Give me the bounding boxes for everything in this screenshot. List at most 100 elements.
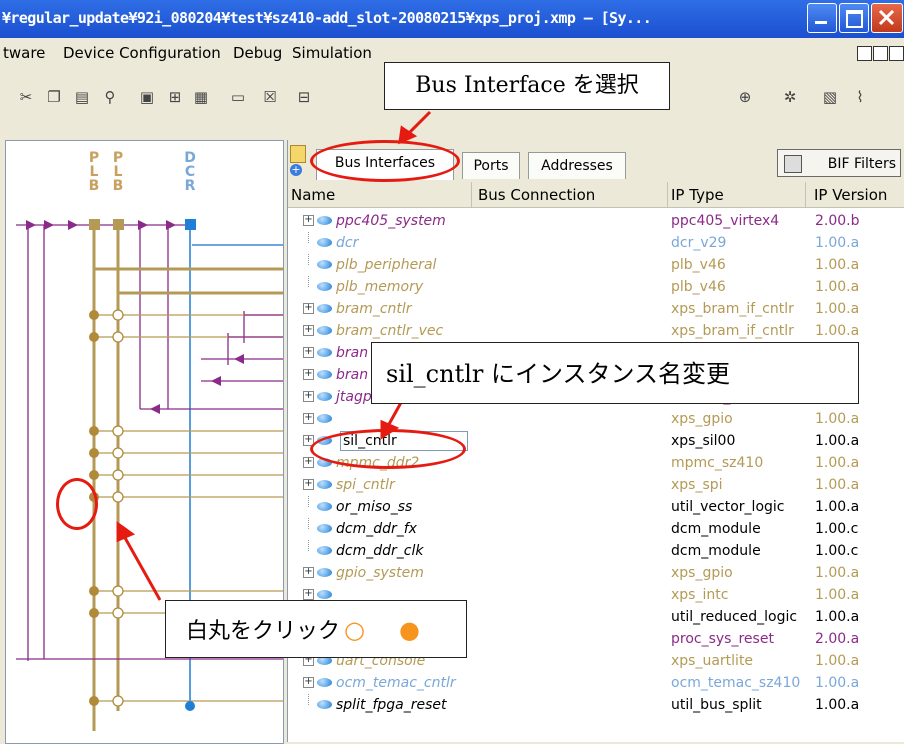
table-row[interactable]: dcm_ddr_fx dcm_module 1.00.c bbox=[288, 518, 904, 540]
clean-icon[interactable]: ☒ bbox=[262, 88, 278, 106]
column-header-ip-type[interactable]: IP Type bbox=[668, 182, 806, 208]
table-row[interactable]: dcm_ddr_clk dcm_module 1.00.c bbox=[288, 540, 904, 562]
column-header-ip-version[interactable]: IP Version bbox=[806, 182, 904, 208]
close-icon bbox=[878, 9, 895, 26]
table-row[interactable]: plb_memory plb_v46 1.00.a bbox=[288, 276, 904, 298]
bif-filters-button[interactable]: BIF Filters bbox=[777, 149, 901, 177]
table-row[interactable]: + gpio_system xps_gpio 1.00.a bbox=[288, 562, 904, 584]
table-row[interactable]: + ocm_temac_cntlr ocm_temac_sz410 1.00.a bbox=[288, 672, 904, 694]
expand-icon[interactable]: + bbox=[303, 589, 314, 600]
table-row[interactable]: + bram_cntlr_vec xps_bram_if_cntlr 1.00.a bbox=[288, 320, 904, 342]
mdi-minimize-icon[interactable] bbox=[857, 46, 872, 61]
tree-connector bbox=[308, 232, 309, 243]
minimize-button[interactable] bbox=[807, 3, 837, 33]
instance-name: ocm_temac_cntlr bbox=[336, 675, 456, 691]
instance-icon bbox=[317, 238, 332, 247]
ip-version: 1.00.a bbox=[815, 477, 860, 493]
minimize-icon bbox=[815, 21, 827, 24]
table-row[interactable]: or_miso_ss util_vector_logic 1.00.a bbox=[288, 496, 904, 518]
ip-version: 1.00.a bbox=[815, 301, 860, 317]
menu-debug[interactable]: Debug bbox=[233, 44, 282, 62]
callout-click-circle-text: 白丸をクリック bbox=[186, 619, 341, 644]
ip-type: xps_uartlite bbox=[671, 653, 754, 669]
instance-icon bbox=[317, 590, 332, 599]
table-row[interactable]: + ppc405_system ppc405_virtex4 2.00.b bbox=[288, 210, 904, 232]
ip-version: 1.00.a bbox=[815, 697, 860, 713]
instance-name: dcr bbox=[336, 235, 359, 251]
callout-click-circle: 白丸をクリック ○ ● bbox=[165, 600, 467, 658]
column-header-name[interactable]: Name bbox=[288, 182, 472, 208]
instance-icon bbox=[317, 348, 332, 357]
console-icon[interactable]: ▭ bbox=[230, 88, 246, 106]
expand-icon[interactable]: + bbox=[303, 413, 314, 424]
expand-all-icon[interactable]: + bbox=[290, 164, 302, 176]
expand-icon[interactable]: + bbox=[303, 347, 314, 358]
instance-icon bbox=[317, 216, 332, 225]
ip-type: xps_bram_if_cntlr bbox=[671, 301, 794, 317]
generate-bitstream-icon[interactable]: ⊞ bbox=[167, 88, 183, 106]
ip-version: 2.00.a bbox=[815, 631, 860, 647]
tree-connector bbox=[308, 540, 309, 551]
ip-type: plb_v46 bbox=[671, 257, 726, 273]
instance-name: bram_cntlr bbox=[336, 301, 412, 317]
download-icon[interactable]: ▦ bbox=[193, 88, 209, 106]
column-header-bus-connection[interactable]: Bus Connection bbox=[472, 182, 668, 208]
wave-icon[interactable]: ⌇ bbox=[852, 88, 868, 106]
ip-type: xps_bram_if_cntlr bbox=[671, 323, 794, 339]
instance-name: bram_cntlr_vec bbox=[336, 323, 444, 339]
tab-addresses[interactable]: Addresses bbox=[528, 152, 626, 179]
ip-type: util_reduced_logic bbox=[671, 609, 798, 625]
instance-icon bbox=[317, 678, 332, 687]
window-title: ¥regular_update¥92i_080204¥test¥sz410-ad… bbox=[2, 9, 652, 27]
instance-name: plb_peripheral bbox=[336, 257, 437, 273]
filter-toggle-icon[interactable] bbox=[290, 145, 306, 163]
expand-icon[interactable]: + bbox=[303, 677, 314, 688]
expand-icon[interactable]: + bbox=[303, 369, 314, 380]
highlight-ring-sil-cntlr bbox=[310, 429, 466, 469]
instance-icon bbox=[317, 304, 332, 313]
maximize-button[interactable] bbox=[839, 3, 869, 33]
ip-type: xps_spi bbox=[671, 477, 723, 493]
table-row[interactable]: + spi_cntlr xps_spi 1.00.a bbox=[288, 474, 904, 496]
ip-version: 1.00.a bbox=[815, 257, 860, 273]
expand-icon[interactable]: + bbox=[303, 391, 314, 402]
ip-type: dcm_module bbox=[671, 543, 761, 559]
mdi-restore-icon[interactable] bbox=[873, 46, 888, 61]
cut-icon[interactable]: ✂ bbox=[18, 88, 34, 106]
table-row[interactable]: dcr dcr_v29 1.00.a bbox=[288, 232, 904, 254]
expand-icon[interactable]: + bbox=[303, 325, 314, 336]
ip-type: util_vector_logic bbox=[671, 499, 785, 515]
mdi-close-icon[interactable] bbox=[889, 46, 904, 61]
instance-icon bbox=[317, 326, 332, 335]
table-row[interactable]: + bram_cntlr xps_bram_if_cntlr 1.00.a bbox=[288, 298, 904, 320]
expand-icon[interactable]: + bbox=[303, 567, 314, 578]
expand-icon[interactable]: + bbox=[303, 303, 314, 314]
expand-icon[interactable]: + bbox=[303, 215, 314, 226]
menu-software[interactable]: tware bbox=[3, 44, 45, 62]
instance-name: plb_memory bbox=[336, 279, 424, 295]
instance-icon bbox=[317, 282, 332, 291]
instance-icon bbox=[317, 546, 332, 555]
ip-type: xps_gpio bbox=[671, 565, 733, 581]
tab-ports[interactable]: Ports bbox=[462, 152, 520, 179]
debug-icon[interactable]: ✲ bbox=[782, 88, 798, 106]
find-icon[interactable]: ⚲ bbox=[102, 88, 118, 106]
menu-simulation[interactable]: Simulation bbox=[292, 44, 372, 62]
table-row[interactable]: plb_peripheral plb_v46 1.00.a bbox=[288, 254, 904, 276]
table-row[interactable]: split_fpga_reset util_bus_split 1.00.a bbox=[288, 694, 904, 716]
expand-icon[interactable]: + bbox=[303, 479, 314, 490]
ip-type: dcm_module bbox=[671, 521, 761, 537]
help-icon[interactable]: ▧ bbox=[822, 88, 838, 106]
sim-icon[interactable]: ⊕ bbox=[737, 88, 753, 106]
instance-icon bbox=[317, 480, 332, 489]
expand-icon[interactable]: + bbox=[303, 457, 314, 468]
table-row[interactable]: + xps_gpio 1.00.a bbox=[288, 408, 904, 430]
instance-icon bbox=[317, 524, 332, 533]
copy-icon[interactable]: ❐ bbox=[46, 88, 62, 106]
generate-netlist-icon[interactable]: ▣ bbox=[139, 88, 155, 106]
menu-device-configuration[interactable]: Device Configuration bbox=[63, 44, 221, 62]
close-button[interactable] bbox=[871, 3, 903, 33]
block-diagram-icon[interactable]: ⊟ bbox=[296, 88, 312, 106]
filter-icon bbox=[784, 155, 802, 173]
paste-icon[interactable]: ▤ bbox=[74, 88, 90, 106]
